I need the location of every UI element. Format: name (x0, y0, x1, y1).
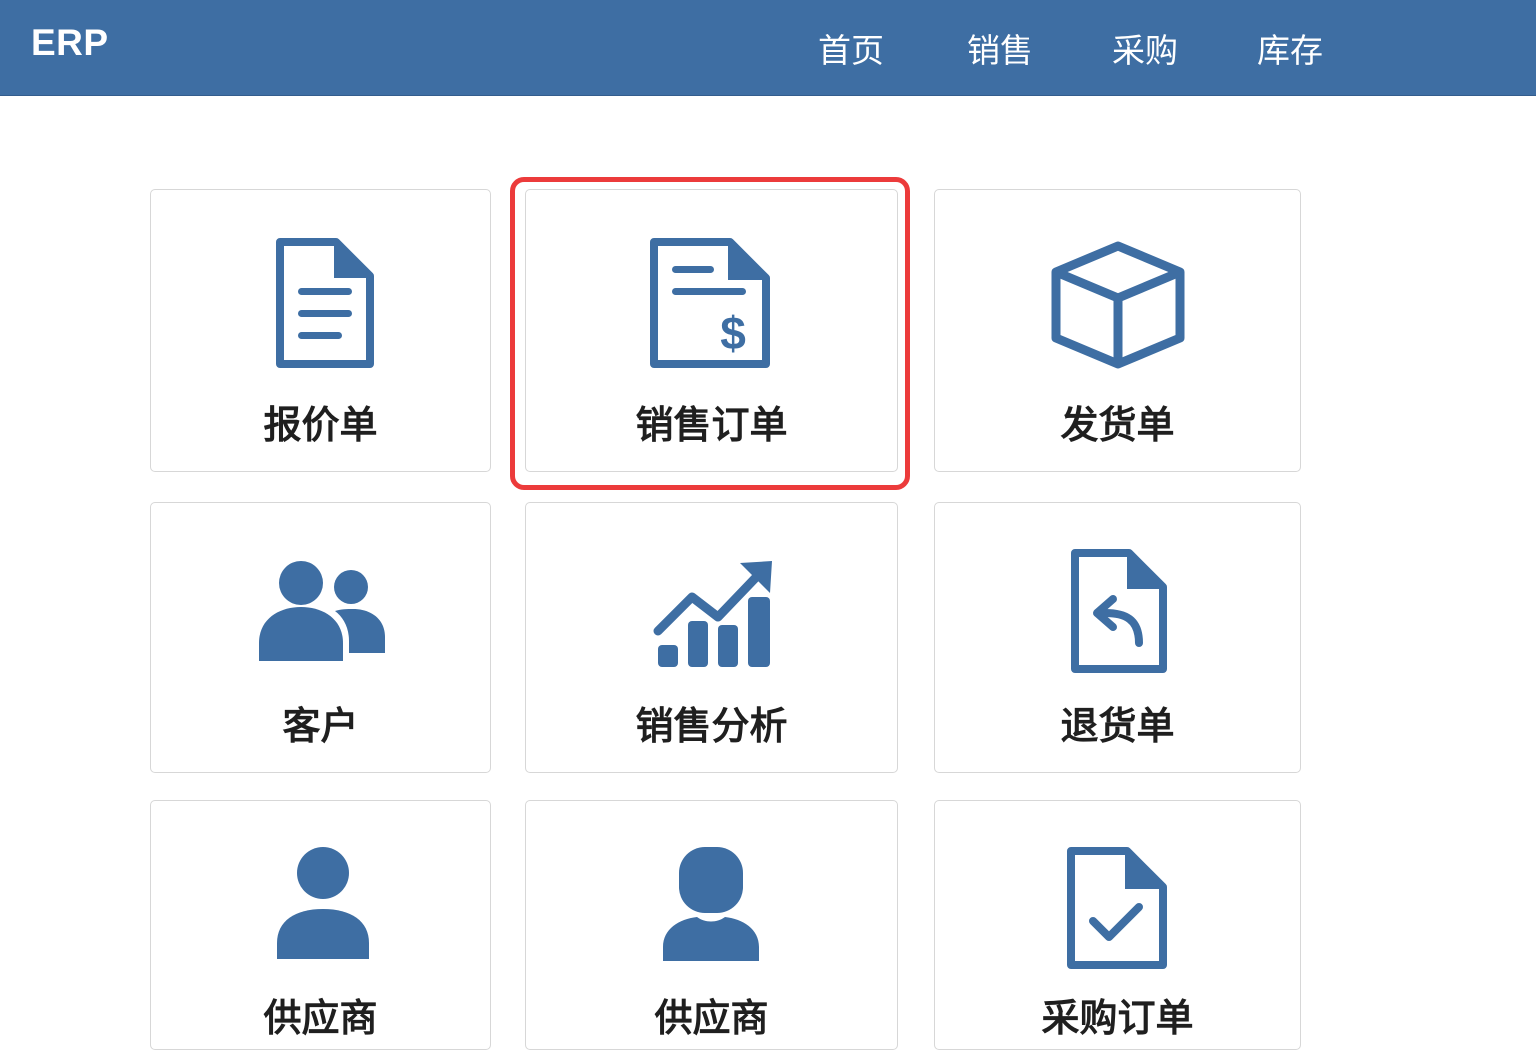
tile-delivery-note[interactable]: 发货单 (934, 189, 1301, 472)
nav-item-home[interactable]: 首页 (818, 24, 884, 72)
document-dollar-icon: $ (650, 238, 770, 368)
box-icon (1051, 241, 1185, 369)
tile-customers[interactable]: 客户 (150, 502, 491, 773)
person-rounded-icon (663, 847, 759, 961)
tile-label: 采购订单 (1041, 996, 1194, 1040)
tile-sales-order[interactable]: $ 销售订单 (525, 189, 898, 472)
tile-supplier[interactable]: 供应商 (150, 800, 491, 1050)
tile-label: 报价单 (263, 403, 378, 447)
tile-quotation[interactable]: 报价单 (150, 189, 491, 472)
app-brand[interactable]: ERP (31, 22, 109, 64)
tile-label: 销售订单 (635, 403, 788, 447)
person-icon (277, 847, 369, 959)
svg-text:$: $ (720, 307, 746, 359)
tile-supplier-2[interactable]: 供应商 (525, 800, 898, 1050)
tile-return-note[interactable]: 退货单 (934, 502, 1301, 773)
top-navigation-bar: ERP 首页 销售 采购 库存 (0, 0, 1536, 96)
document-return-icon (1071, 549, 1167, 673)
bar-chart-trend-icon (653, 561, 772, 667)
tile-label: 销售分析 (635, 704, 788, 748)
tile-purchase-order[interactable]: 采购订单 (934, 800, 1301, 1050)
nav-item-purchase[interactable]: 采购 (1112, 24, 1178, 72)
document-check-icon (1067, 847, 1167, 969)
nav-item-sales[interactable]: 销售 (967, 24, 1033, 72)
tile-label: 供应商 (654, 996, 769, 1040)
tile-label: 客户 (282, 704, 359, 748)
tile-label: 退货单 (1060, 704, 1175, 748)
document-lines-icon (276, 238, 374, 368)
tile-label: 供应商 (263, 996, 378, 1040)
users-icon (259, 561, 385, 661)
tile-label: 发货单 (1060, 403, 1175, 447)
tile-sales-analysis[interactable]: 销售分析 (525, 502, 898, 773)
nav-item-inventory[interactable]: 库存 (1257, 24, 1323, 72)
